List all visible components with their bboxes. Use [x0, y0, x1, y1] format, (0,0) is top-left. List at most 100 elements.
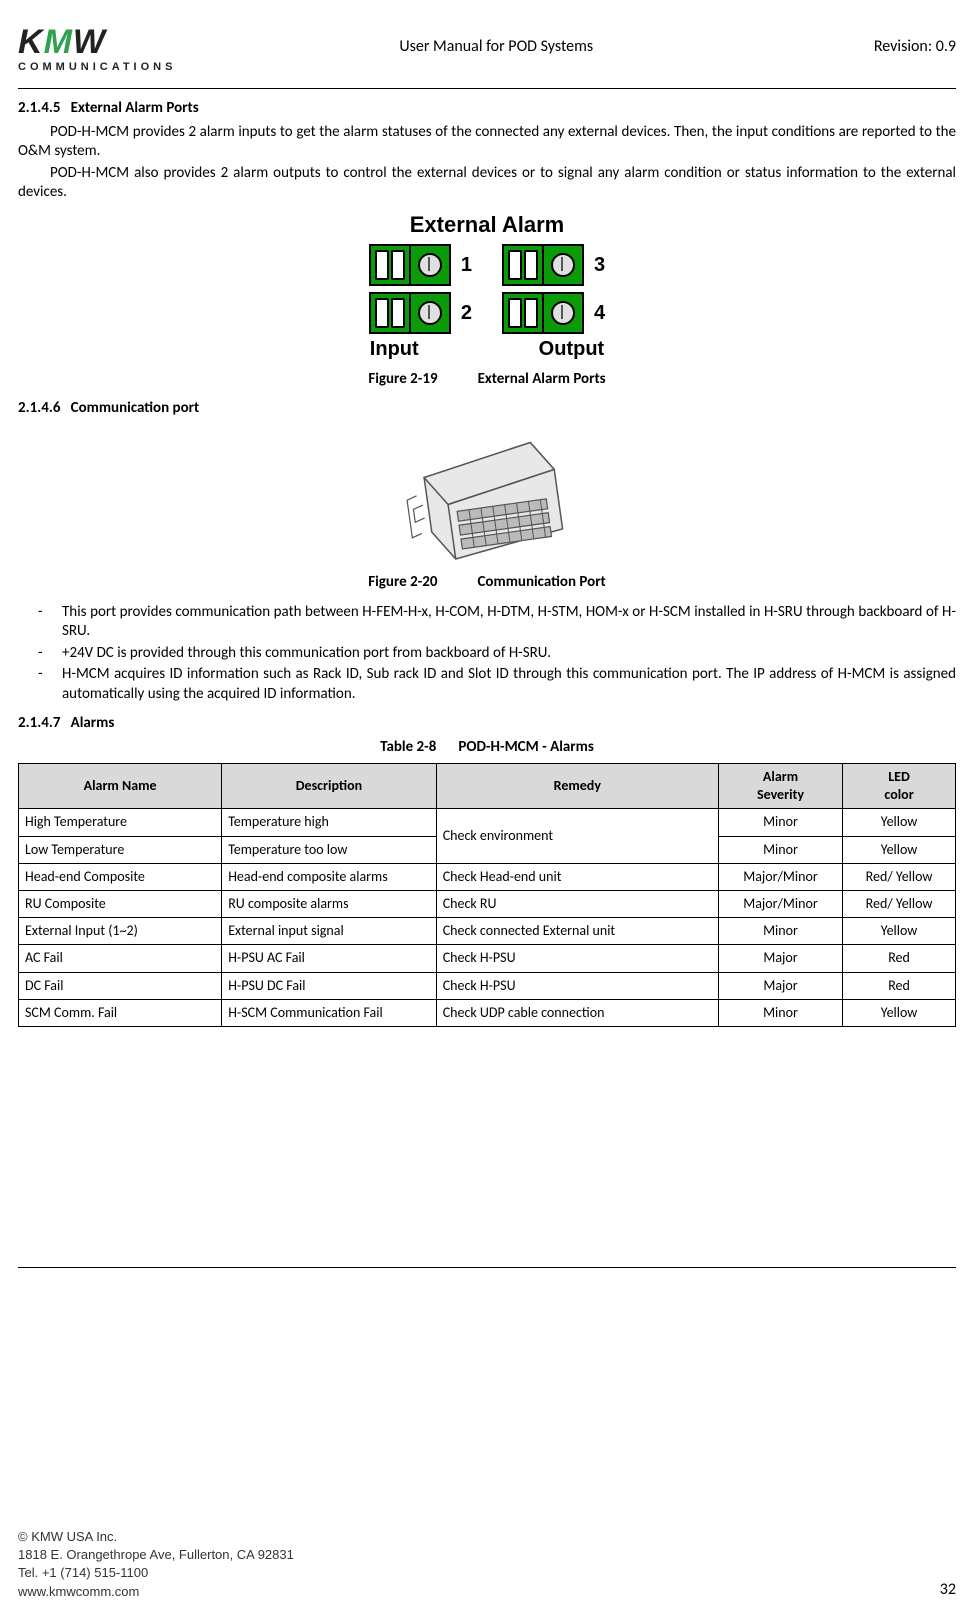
section-number: 2.1.4.5 [18, 99, 60, 117]
td-sev: Minor [718, 809, 842, 836]
td-remedy: Check connected External unit [436, 918, 718, 945]
port-3: 3 [502, 244, 605, 286]
th-sev: AlarmSeverity [718, 764, 842, 809]
doc-revision: Revision: 0.9 [816, 37, 956, 58]
figure-2-19-caption: Figure 2-19 External Alarm Ports [18, 370, 956, 390]
td-desc: Temperature high [222, 809, 436, 836]
logo-subtext: COMMUNICATIONS [18, 60, 176, 74]
td-led: Red [843, 945, 956, 972]
table-row: High Temperature Temperature high Check … [19, 809, 956, 836]
td-sev: Major [718, 945, 842, 972]
alarms-table: Alarm Name Description Remedy AlarmSever… [18, 763, 956, 1027]
th-remedy: Remedy [436, 764, 718, 809]
section-title: External Alarm Ports [71, 99, 199, 117]
td-remedy: Check Head-end unit [436, 863, 718, 890]
td-desc: Temperature too low [222, 836, 436, 863]
footer-copyright: © KMW USA Inc. [18, 1528, 294, 1546]
table-row: AC Fail H-PSU AC Fail Check H-PSU Major … [19, 945, 956, 972]
td-sev: Minor [718, 918, 842, 945]
page-header: KMW COMMUNICATIONS User Manual for POD S… [18, 20, 956, 74]
section-2145-heading: 2.1.4.5 External Alarm Ports [18, 99, 956, 119]
section-2147-heading: 2.1.4.7 Alarms [18, 714, 956, 734]
footer-company: © KMW USA Inc. 1818 E. Orangethrope Ave,… [18, 1528, 294, 1601]
td-name: DC Fail [19, 972, 222, 999]
figure-2-19: External Alarm 1 2 3 4 Input Output [18, 211, 956, 362]
td-desc: Head-end composite alarms [222, 863, 436, 890]
port-2: 2 [369, 292, 472, 334]
section-2146-heading: 2.1.4.6 Communication port [18, 399, 956, 419]
output-ports: 3 4 [502, 244, 605, 334]
alarm-port-labels: Input Output [370, 336, 604, 362]
td-name: AC Fail [19, 945, 222, 972]
input-ports: 1 2 [369, 244, 472, 334]
fig-num: Figure 2-19 [368, 370, 437, 388]
table-header-row: Alarm Name Description Remedy AlarmSever… [19, 764, 956, 809]
comm-port-bullets: This port provides communication path be… [18, 603, 956, 705]
list-item: +24V DC is provided through this communi… [38, 644, 956, 664]
port-num-1: 1 [461, 252, 472, 278]
doc-title: User Manual for POD Systems [176, 37, 816, 58]
table-row: DC Fail H-PSU DC Fail Check H-PSU Major … [19, 972, 956, 999]
td-remedy: Check H-PSU [436, 972, 718, 999]
td-desc: H-SCM Communication Fail [222, 999, 436, 1026]
tbl-num: Table 2-8 [380, 738, 436, 756]
td-desc: RU composite alarms [222, 891, 436, 918]
section-number: 2.1.4.6 [18, 399, 60, 417]
input-label: Input [370, 336, 419, 362]
page-number: 32 [940, 1580, 956, 1601]
td-sev: Major/Minor [718, 891, 842, 918]
list-item: H-MCM acquires ID information such as Ra… [38, 665, 956, 704]
output-label: Output [539, 336, 605, 362]
section-title: Communication port [71, 399, 200, 417]
port-4: 4 [502, 292, 605, 334]
td-remedy: Check environment [436, 809, 718, 863]
table-row: RU Composite RU composite alarms Check R… [19, 891, 956, 918]
td-name: RU Composite [19, 891, 222, 918]
th-led: LEDcolor [843, 764, 956, 809]
tbl-text: POD-H-MCM - Alarms [458, 738, 593, 756]
figure-2-20 [18, 429, 956, 566]
td-remedy: Check UDP cable connection [436, 999, 718, 1026]
td-sev: Minor [718, 836, 842, 863]
section-number: 2.1.4.7 [18, 714, 60, 732]
fig-text: External Alarm Ports [478, 370, 606, 388]
section-title: Alarms [71, 714, 115, 732]
port-num-4: 4 [594, 300, 605, 326]
header-rule [18, 88, 956, 89]
table-row: External Input (1~2) External input sign… [19, 918, 956, 945]
footer-tel: Tel. +1 (714) 515-1100 [18, 1564, 294, 1582]
td-name: Head-end Composite [19, 863, 222, 890]
port-1: 1 [369, 244, 472, 286]
td-name: External Input (1~2) [19, 918, 222, 945]
fig-num: Figure 2-20 [368, 573, 437, 591]
alarm-ports-row: 1 2 3 4 [369, 244, 605, 334]
fig-text: Communication Port [477, 573, 605, 591]
footer-rule [18, 1267, 956, 1268]
port-num-3: 3 [594, 252, 605, 278]
logo-text: KMW [18, 20, 176, 64]
td-sev: Minor [718, 999, 842, 1026]
th-name: Alarm Name [19, 764, 222, 809]
td-desc: H-PSU AC Fail [222, 945, 436, 972]
td-led: Yellow [843, 836, 956, 863]
footer-web: www.kmwcomm.com [18, 1583, 294, 1601]
td-desc: H-PSU DC Fail [222, 972, 436, 999]
td-led: Yellow [843, 918, 956, 945]
td-remedy: Check H-PSU [436, 945, 718, 972]
td-sev: Major/Minor [718, 863, 842, 890]
td-led: Red [843, 972, 956, 999]
communication-port-icon [389, 417, 585, 571]
td-led: Red/ Yellow [843, 891, 956, 918]
td-led: Yellow [843, 999, 956, 1026]
td-led: Red/ Yellow [843, 863, 956, 890]
figure-2-20-caption: Figure 2-20 Communication Port [18, 573, 956, 593]
td-led: Yellow [843, 809, 956, 836]
footer-address: 1818 E. Orangethrope Ave, Fullerton, CA … [18, 1546, 294, 1564]
td-sev: Major [718, 972, 842, 999]
td-name: High Temperature [19, 809, 222, 836]
table-2-8-caption: Table 2-8 POD-H-MCM - Alarms [18, 738, 956, 758]
td-name: Low Temperature [19, 836, 222, 863]
para-2145-2: POD-H-MCM also provides 2 alarm outputs … [18, 164, 956, 203]
table-row: SCM Comm. Fail H-SCM Communication Fail … [19, 999, 956, 1026]
table-row: Head-end Composite Head-end composite al… [19, 863, 956, 890]
